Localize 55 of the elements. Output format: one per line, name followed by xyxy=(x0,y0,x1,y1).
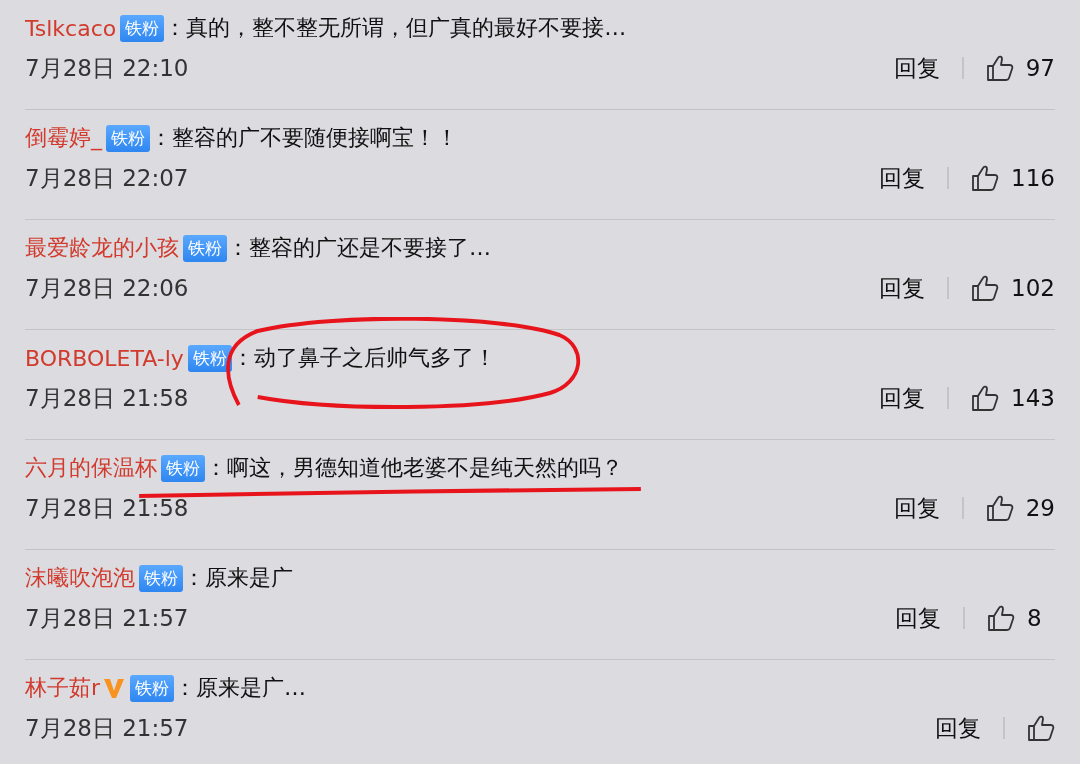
comment-time: 7月28日 21:58 xyxy=(25,383,189,413)
reply-link[interactable]: 回复 xyxy=(893,492,940,524)
like-count: 29 xyxy=(1025,495,1055,521)
reply-link[interactable]: 回复 xyxy=(893,52,940,84)
colon: ： xyxy=(205,454,227,482)
fan-badge: 铁粉 xyxy=(106,124,150,152)
like-count: 102 xyxy=(1011,275,1055,301)
fan-badge: 铁粉 xyxy=(130,674,175,702)
colon: ： xyxy=(183,564,205,592)
thumbs-up-icon[interactable] xyxy=(1027,714,1055,742)
colon: ： xyxy=(150,124,172,152)
reply-link[interactable]: 回复 xyxy=(879,162,926,194)
thumbs-up-icon[interactable] xyxy=(987,604,1015,632)
comment-time: 7月28日 22:07 xyxy=(25,163,189,193)
colon: ： xyxy=(164,14,187,42)
reply-link[interactable]: 回复 xyxy=(879,382,926,414)
like-count: 143 xyxy=(1011,385,1055,411)
fan-badge: 铁粉 xyxy=(139,564,183,592)
fan-badge: 铁粉 xyxy=(187,344,232,372)
comment-text: 真的，整不整无所谓，但广真的最好不要接… xyxy=(186,15,627,40)
username[interactable]: BORBOLETA-ly xyxy=(25,345,184,371)
comment-text: 动了鼻子之后帅气多了！ xyxy=(253,345,496,370)
username[interactable]: 最爱龄龙的小孩 xyxy=(25,233,179,263)
thumbs-up-icon[interactable] xyxy=(971,164,1000,192)
like-count: 116 xyxy=(1011,165,1055,191)
username[interactable]: 林子茹r xyxy=(25,673,101,703)
username[interactable]: Tslkcaco xyxy=(25,15,117,41)
comment-text: 整容的广还是不要接了… xyxy=(249,235,491,260)
fan-badge: 铁粉 xyxy=(183,234,227,262)
reply-link[interactable]: 回复 xyxy=(935,712,981,744)
comment-text: 整容的广不要随便接啊宝！！ xyxy=(172,125,458,150)
comment-text: 原来是广… xyxy=(196,675,307,700)
fan-badge: 铁粉 xyxy=(120,14,165,42)
reply-link[interactable]: 回复 xyxy=(879,272,926,304)
thumbs-up-icon[interactable] xyxy=(985,494,1014,522)
fan-badge: 铁粉 xyxy=(161,454,205,482)
colon: ： xyxy=(227,234,249,262)
comment-time: 7月28日 21:57 xyxy=(25,603,189,633)
like-count: 97 xyxy=(1025,55,1055,81)
username[interactable]: 倒霉婷_ xyxy=(25,123,102,153)
comment-time: 7月28日 21:57 xyxy=(25,713,189,743)
comment-time: 7月28日 22:10 xyxy=(25,53,189,83)
colon: ： xyxy=(174,674,197,702)
comment-text: 原来是广 xyxy=(205,565,293,590)
comment-text: 啊这，男德知道他老婆不是纯天然的吗？ xyxy=(227,455,623,480)
colon: ： xyxy=(231,344,254,372)
comment-time: 7月28日 22:06 xyxy=(25,273,189,303)
thumbs-up-icon[interactable] xyxy=(971,384,1000,412)
like-count: 8 xyxy=(1027,605,1043,631)
thumbs-up-icon[interactable] xyxy=(985,54,1014,82)
comment-time: 7月28日 21:58 xyxy=(25,493,189,523)
username[interactable]: 沫曦吹泡泡 xyxy=(25,563,135,593)
reply-link[interactable]: 回复 xyxy=(895,602,941,634)
thumbs-up-icon[interactable] xyxy=(971,274,1000,302)
username[interactable]: 六月的保温杯 xyxy=(25,453,157,483)
